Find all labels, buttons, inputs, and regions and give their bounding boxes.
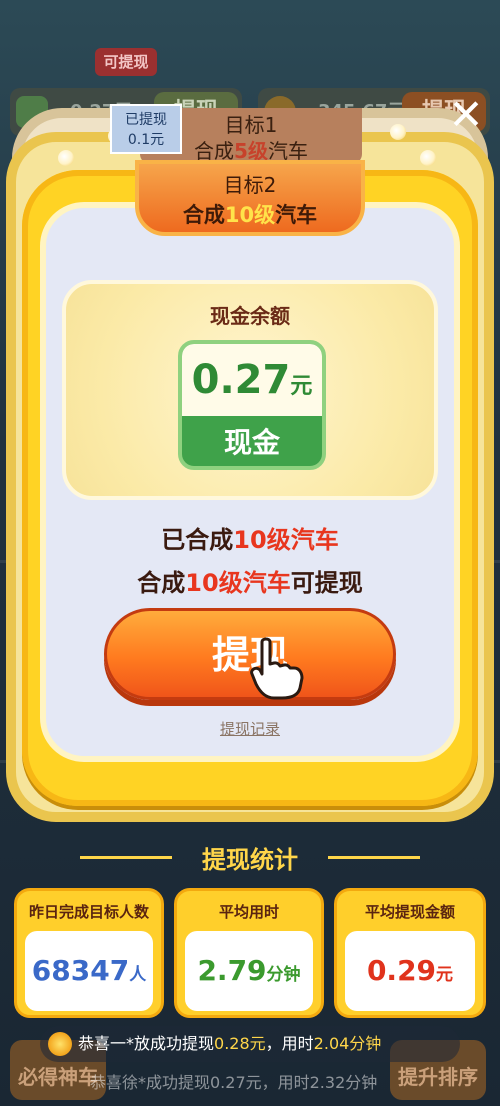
withdrawable-tag: 可提现 xyxy=(95,48,157,76)
stats-title: 提现统计 xyxy=(202,846,298,874)
goal2-desc: 合成10级汽车 xyxy=(182,203,318,227)
withdraw-ticker-next: 恭喜徐*成功提现0.27元，用时2.32分钟 xyxy=(90,1073,378,1092)
stat-card-average-time: 平均用时 2.79分钟 xyxy=(174,888,324,1018)
withdraw-history-link[interactable]: 提现记录 xyxy=(190,718,310,739)
stat-label: 平均提现金额 xyxy=(364,903,455,921)
sunflower-icon xyxy=(48,1032,72,1056)
goal2-banner: 目标2 合成10级汽车 xyxy=(135,160,365,236)
stat-value: 2.79分钟 xyxy=(185,931,313,1011)
light-bulb-icon xyxy=(390,124,406,140)
stat-value: 0.29元 xyxy=(345,931,475,1011)
cash-type-label: 现金 xyxy=(223,426,280,459)
status-condition: 合成10级汽车可提现 xyxy=(137,569,363,597)
status-synthesized: 已合成10级汽车 xyxy=(161,526,339,554)
pointing-hand-icon xyxy=(250,637,304,700)
cash-amount: 0.27元 xyxy=(182,344,322,416)
close-icon[interactable]: ✕ xyxy=(446,94,486,136)
stat-label: 平均用时 xyxy=(218,903,279,921)
light-bulb-icon xyxy=(420,150,436,166)
light-bulb-icon xyxy=(58,150,74,166)
withdrawn-badge: 已提现 0.1元 xyxy=(110,104,182,154)
withdraw-ticker: 恭喜一*放成功提现0.28元，用时2.04分钟 xyxy=(40,1026,460,1062)
stat-value: 68347人 xyxy=(25,931,153,1011)
goal2-title: 目标2 xyxy=(223,173,277,197)
stat-card-completed-users: 昨日完成目标人数 68347人 xyxy=(14,888,164,1018)
cash-balance-panel: 现金余额 0.27元 现金 xyxy=(62,280,438,500)
divider xyxy=(328,856,420,859)
cash-card: 0.27元 现金 xyxy=(178,340,326,470)
stat-label: 昨日完成目标人数 xyxy=(28,903,149,921)
stat-card-average-amount: 平均提现金额 0.29元 xyxy=(334,888,486,1018)
cash-balance-title: 现金余额 xyxy=(210,304,290,328)
